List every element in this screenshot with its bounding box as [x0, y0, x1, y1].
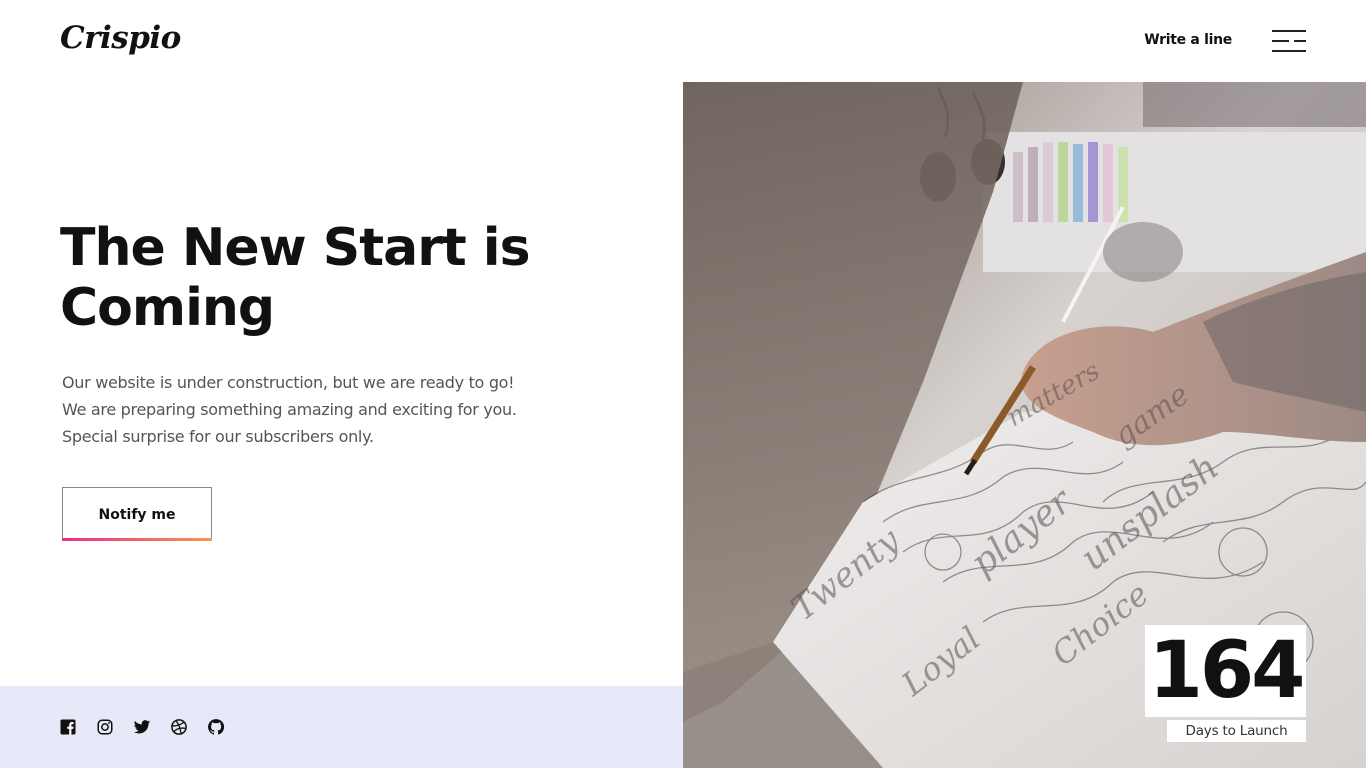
hero-description: Our website is under construction, but w…: [62, 369, 582, 450]
dribbble-icon[interactable]: [170, 718, 188, 736]
site-logo[interactable]: Crispio: [60, 20, 181, 56]
countdown-days-value: 164: [1145, 625, 1306, 717]
write-a-line-link[interactable]: Write a line: [1144, 32, 1232, 48]
social-links: [59, 718, 225, 736]
facebook-icon[interactable]: [59, 718, 77, 736]
description-line: We are preparing something amazing and e…: [62, 400, 517, 419]
github-icon[interactable]: [207, 718, 225, 736]
instagram-icon[interactable]: [96, 718, 114, 736]
description-line: Special surprise for our subscribers onl…: [62, 427, 374, 446]
description-line: Our website is under construction, but w…: [62, 373, 515, 392]
page-title: The New Start is Coming: [60, 218, 531, 338]
countdown-label: Days to Launch: [1167, 720, 1306, 742]
notify-me-button[interactable]: Notify me: [62, 487, 212, 541]
twitter-icon[interactable]: [133, 718, 151, 736]
menu-icon[interactable]: [1272, 30, 1306, 52]
